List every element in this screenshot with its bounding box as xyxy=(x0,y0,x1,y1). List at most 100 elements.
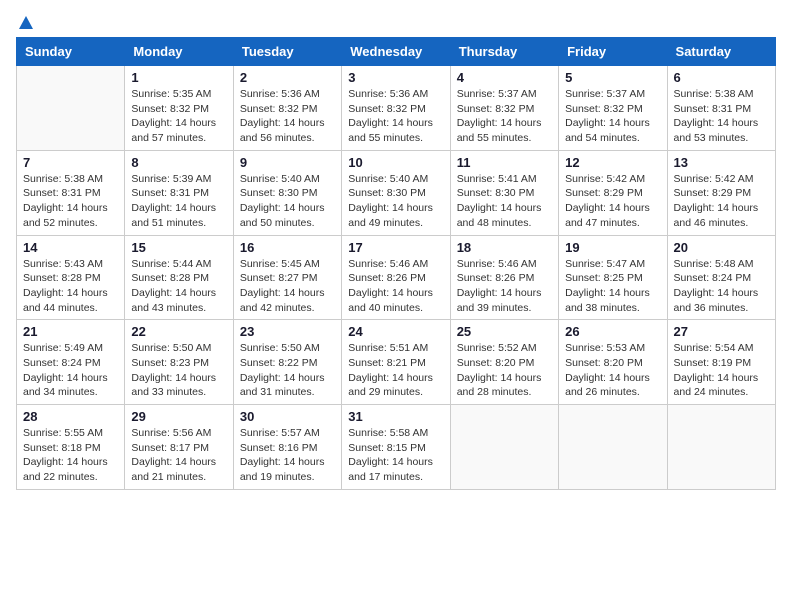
calendar-cell: 18 Sunrise: 5:46 AM Sunset: 8:26 PM Dayli… xyxy=(450,235,558,320)
day-number: 2 xyxy=(240,70,335,85)
day-number: 30 xyxy=(240,409,335,424)
day-number: 12 xyxy=(565,155,660,170)
calendar-week-row: 7 Sunrise: 5:38 AM Sunset: 8:31 PM Daylig… xyxy=(17,150,776,235)
calendar-cell: 16Sunrise: 5:45 AM Sunset: 8:27 PM Dayli… xyxy=(233,235,341,320)
day-number: 5 xyxy=(565,70,660,85)
calendar-week-row: 21 Sunrise: 5:49 AM Sunset: 8:24 PM Dayli… xyxy=(17,320,776,405)
day-number: 7 xyxy=(23,155,118,170)
day-number: 15 xyxy=(131,240,226,255)
calendar-cell: 9 Sunrise: 5:40 AM Sunset: 8:30 PM Daylig… xyxy=(233,150,341,235)
day-info: Sunrise: 5:48 AM Sunset: 8:24 PM Dayligh… xyxy=(674,257,769,316)
calendar-cell: 3 Sunrise: 5:36 AM Sunset: 8:32 PM Daylig… xyxy=(342,66,450,151)
calendar-week-row: 28 Sunrise: 5:55 AM Sunset: 8:18 PM Dayli… xyxy=(17,405,776,490)
day-info: Sunrise: 5:42 AM Sunset: 8:29 PM Dayligh… xyxy=(565,172,660,231)
day-number: 8 xyxy=(131,155,226,170)
day-info: Sunrise: 5:37 AM Sunset: 8:32 PM Dayligh… xyxy=(457,87,552,146)
day-info: Sunrise: 5:36 AM Sunset: 8:32 PM Dayligh… xyxy=(240,87,335,146)
day-info: Sunrise: 5:57 AM Sunset: 8:16 PM Dayligh… xyxy=(240,426,335,485)
day-info: Sunrise: 5:42 AM Sunset: 8:29 PM Dayligh… xyxy=(674,172,769,231)
day-number: 21 xyxy=(23,324,118,339)
calendar-cell: 22 Sunrise: 5:50 AM Sunset: 8:23 PM Dayli… xyxy=(125,320,233,405)
calendar-cell: 1 Sunrise: 5:35 AM Sunset: 8:32 PM Daylig… xyxy=(125,66,233,151)
day-info: Sunrise: 5:38 AM Sunset: 8:31 PM Dayligh… xyxy=(23,172,118,231)
day-info: Sunrise: 5:52 AM Sunset: 8:20 PM Dayligh… xyxy=(457,341,552,400)
day-number: 16 xyxy=(240,240,335,255)
day-number: 4 xyxy=(457,70,552,85)
calendar-cell: 29 Sunrise: 5:56 AM Sunset: 8:17 PM Dayli… xyxy=(125,405,233,490)
day-info: Sunrise: 5:40 AM Sunset: 8:30 PM Dayligh… xyxy=(348,172,443,231)
page-header xyxy=(16,16,776,29)
calendar-cell: 27 Sunrise: 5:54 AM Sunset: 8:19 PM Dayli… xyxy=(667,320,775,405)
day-info: Sunrise: 5:54 AM Sunset: 8:19 PM Dayligh… xyxy=(674,341,769,400)
calendar-cell: 28 Sunrise: 5:55 AM Sunset: 8:18 PM Dayli… xyxy=(17,405,125,490)
day-number: 10 xyxy=(348,155,443,170)
day-info: Sunrise: 5:55 AM Sunset: 8:18 PM Dayligh… xyxy=(23,426,118,485)
calendar-header-tuesday: Tuesday xyxy=(233,38,341,66)
logo-triangle-icon xyxy=(19,16,33,29)
calendar-cell: 21 Sunrise: 5:49 AM Sunset: 8:24 PM Dayli… xyxy=(17,320,125,405)
day-info: Sunrise: 5:53 AM Sunset: 8:20 PM Dayligh… xyxy=(565,341,660,400)
calendar-cell: 23Sunrise: 5:50 AM Sunset: 8:22 PM Dayli… xyxy=(233,320,341,405)
day-info: Sunrise: 5:39 AM Sunset: 8:31 PM Dayligh… xyxy=(131,172,226,231)
calendar-week-row: 14 Sunrise: 5:43 AM Sunset: 8:28 PM Dayli… xyxy=(17,235,776,320)
day-info: Sunrise: 5:50 AM Sunset: 8:22 PM Dayligh… xyxy=(240,341,335,400)
day-number: 29 xyxy=(131,409,226,424)
day-info: Sunrise: 5:50 AM Sunset: 8:23 PM Dayligh… xyxy=(131,341,226,400)
day-info: Sunrise: 5:35 AM Sunset: 8:32 PM Dayligh… xyxy=(131,87,226,146)
day-info: Sunrise: 5:49 AM Sunset: 8:24 PM Dayligh… xyxy=(23,341,118,400)
calendar-cell: 5Sunrise: 5:37 AM Sunset: 8:32 PM Daylig… xyxy=(559,66,667,151)
calendar-cell: 4 Sunrise: 5:37 AM Sunset: 8:32 PM Daylig… xyxy=(450,66,558,151)
day-number: 19 xyxy=(565,240,660,255)
calendar-cell: 25 Sunrise: 5:52 AM Sunset: 8:20 PM Dayli… xyxy=(450,320,558,405)
calendar-cell: 20 Sunrise: 5:48 AM Sunset: 8:24 PM Dayli… xyxy=(667,235,775,320)
calendar-cell: 11Sunrise: 5:41 AM Sunset: 8:30 PM Dayli… xyxy=(450,150,558,235)
calendar-week-row: 1 Sunrise: 5:35 AM Sunset: 8:32 PM Daylig… xyxy=(17,66,776,151)
calendar-cell: 26 Sunrise: 5:53 AM Sunset: 8:20 PM Dayli… xyxy=(559,320,667,405)
day-number: 26 xyxy=(565,324,660,339)
calendar-header-thursday: Thursday xyxy=(450,38,558,66)
calendar-cell xyxy=(667,405,775,490)
day-number: 22 xyxy=(131,324,226,339)
calendar-header-monday: Monday xyxy=(125,38,233,66)
day-number: 9 xyxy=(240,155,335,170)
calendar-cell: 6 Sunrise: 5:38 AM Sunset: 8:31 PM Daylig… xyxy=(667,66,775,151)
day-info: Sunrise: 5:44 AM Sunset: 8:28 PM Dayligh… xyxy=(131,257,226,316)
day-number: 1 xyxy=(131,70,226,85)
day-number: 27 xyxy=(674,324,769,339)
day-info: Sunrise: 5:46 AM Sunset: 8:26 PM Dayligh… xyxy=(348,257,443,316)
day-info: Sunrise: 5:46 AM Sunset: 8:26 PM Dayligh… xyxy=(457,257,552,316)
day-number: 25 xyxy=(457,324,552,339)
calendar-cell: 13Sunrise: 5:42 AM Sunset: 8:29 PM Dayli… xyxy=(667,150,775,235)
day-info: Sunrise: 5:36 AM Sunset: 8:32 PM Dayligh… xyxy=(348,87,443,146)
day-info: Sunrise: 5:43 AM Sunset: 8:28 PM Dayligh… xyxy=(23,257,118,316)
calendar-cell: 12 Sunrise: 5:42 AM Sunset: 8:29 PM Dayli… xyxy=(559,150,667,235)
calendar-cell xyxy=(559,405,667,490)
calendar-cell: 24Sunrise: 5:51 AM Sunset: 8:21 PM Dayli… xyxy=(342,320,450,405)
day-number: 17 xyxy=(348,240,443,255)
calendar-cell: 30 Sunrise: 5:57 AM Sunset: 8:16 PM Dayli… xyxy=(233,405,341,490)
calendar-cell: 2 Sunrise: 5:36 AM Sunset: 8:32 PM Daylig… xyxy=(233,66,341,151)
day-number: 6 xyxy=(674,70,769,85)
day-info: Sunrise: 5:58 AM Sunset: 8:15 PM Dayligh… xyxy=(348,426,443,485)
day-number: 18 xyxy=(457,240,552,255)
calendar-header-saturday: Saturday xyxy=(667,38,775,66)
calendar-cell: 15 Sunrise: 5:44 AM Sunset: 8:28 PM Dayli… xyxy=(125,235,233,320)
calendar-cell: 31 Sunrise: 5:58 AM Sunset: 8:15 PM Dayli… xyxy=(342,405,450,490)
day-info: Sunrise: 5:56 AM Sunset: 8:17 PM Dayligh… xyxy=(131,426,226,485)
day-number: 31 xyxy=(348,409,443,424)
day-number: 14 xyxy=(23,240,118,255)
calendar-header-wednesday: Wednesday xyxy=(342,38,450,66)
day-number: 11 xyxy=(457,155,552,170)
day-info: Sunrise: 5:51 AM Sunset: 8:21 PM Dayligh… xyxy=(348,341,443,400)
day-number: 28 xyxy=(23,409,118,424)
day-info: Sunrise: 5:38 AM Sunset: 8:31 PM Dayligh… xyxy=(674,87,769,146)
day-info: Sunrise: 5:40 AM Sunset: 8:30 PM Dayligh… xyxy=(240,172,335,231)
calendar-cell xyxy=(450,405,558,490)
calendar-header-row: SundayMondayTuesdayWednesdayThursdayFrid… xyxy=(17,38,776,66)
day-number: 20 xyxy=(674,240,769,255)
calendar-table: SundayMondayTuesdayWednesdayThursdayFrid… xyxy=(16,37,776,490)
day-number: 3 xyxy=(348,70,443,85)
calendar-cell: 19Sunrise: 5:47 AM Sunset: 8:25 PM Dayli… xyxy=(559,235,667,320)
calendar-cell: 10 Sunrise: 5:40 AM Sunset: 8:30 PM Dayli… xyxy=(342,150,450,235)
calendar-cell: 17 Sunrise: 5:46 AM Sunset: 8:26 PM Dayli… xyxy=(342,235,450,320)
